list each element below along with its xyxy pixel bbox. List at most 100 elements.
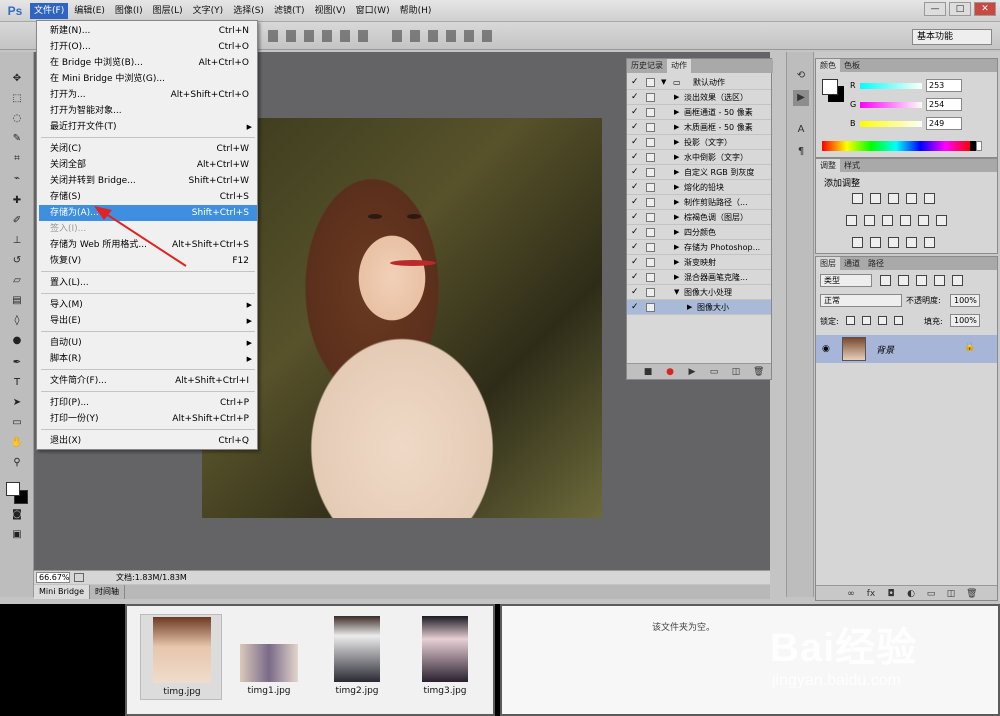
align-center-icon[interactable] xyxy=(340,30,350,42)
gradient-map-icon[interactable] xyxy=(906,237,917,248)
dialog-toggle-icon[interactable] xyxy=(646,108,655,117)
threshold-icon[interactable] xyxy=(888,237,899,248)
lock-position-icon[interactable] xyxy=(878,316,887,325)
align-bottom-icon[interactable] xyxy=(304,30,314,42)
new-group-icon[interactable]: ▭ xyxy=(926,589,936,599)
thumbnail-item[interactable]: timg2.jpg xyxy=(316,614,398,700)
file-menu-item[interactable]: 自动(U) ▶ xyxy=(39,335,257,351)
align-left-icon[interactable] xyxy=(322,30,332,42)
gradient-tool-icon[interactable]: ▤ xyxy=(9,294,25,308)
expand-triangle-icon[interactable]: ▶ xyxy=(674,210,679,225)
action-toggle-icon[interactable]: ✓ xyxy=(631,150,641,165)
filter-type-icon[interactable] xyxy=(916,275,927,286)
filter-adjust-icon[interactable] xyxy=(898,275,909,286)
action-row[interactable]: ✓ ▶ 制作剪贴路径（... xyxy=(627,195,771,210)
curves-icon[interactable] xyxy=(888,193,899,204)
lasso-tool-icon[interactable]: ◌ xyxy=(9,112,25,126)
dialog-toggle-icon[interactable] xyxy=(646,273,655,282)
expand-triangle-icon[interactable]: ▶ xyxy=(674,120,679,135)
blend-mode-select[interactable]: 正常 xyxy=(820,294,902,307)
action-toggle-icon[interactable]: ✓ xyxy=(631,135,641,150)
expand-triangle-icon[interactable]: ▶ xyxy=(674,90,679,105)
menu-file[interactable]: 文件(F) xyxy=(30,2,69,19)
add-mask-icon[interactable]: ◘ xyxy=(886,589,896,599)
expand-triangle-icon[interactable]: ▶ xyxy=(674,150,679,165)
file-menu-item[interactable]: 打开为... Alt+Shift+Ctrl+O xyxy=(39,87,257,103)
invert-icon[interactable] xyxy=(852,237,863,248)
action-row[interactable]: ✓ ▼ 图像大小处理 xyxy=(627,285,771,300)
action-row[interactable]: ✓ ▶ 淡出效果（选区） xyxy=(627,90,771,105)
action-toggle-icon[interactable]: ✓ xyxy=(631,165,641,180)
pen-tool-icon[interactable]: ✒ xyxy=(9,356,25,370)
tab-channels[interactable]: 通道 xyxy=(840,257,864,270)
record-icon[interactable]: ● xyxy=(665,367,675,377)
move-tool-icon[interactable]: ✥ xyxy=(9,72,25,86)
color-spectrum[interactable] xyxy=(822,141,970,151)
file-menu-item[interactable]: 脚本(R) ▶ xyxy=(39,351,257,367)
dialog-toggle-icon[interactable] xyxy=(646,288,655,297)
hue-saturation-icon[interactable] xyxy=(846,215,857,226)
hand-tool-icon[interactable]: ✋ xyxy=(9,436,25,450)
actions-panel-icon[interactable]: ▶ xyxy=(793,90,809,106)
file-menu-item[interactable]: 在 Mini Bridge 中浏览(G)... xyxy=(39,71,257,87)
expand-triangle-icon[interactable]: ▶ xyxy=(674,180,679,195)
zoom-tool-icon[interactable]: ⚲ xyxy=(9,456,25,470)
minimize-button[interactable]: — xyxy=(924,2,946,16)
expand-triangle-icon[interactable]: ▶ xyxy=(674,240,679,255)
r-value[interactable]: 253 xyxy=(926,79,962,92)
dialog-toggle-icon[interactable] xyxy=(646,138,655,147)
dialog-toggle-icon[interactable] xyxy=(646,153,655,162)
distribute-center-icon[interactable] xyxy=(464,30,474,42)
layer-filter-select[interactable]: 类型 xyxy=(820,274,872,287)
menu-layer[interactable]: 图层(L) xyxy=(149,3,187,19)
action-toggle-icon[interactable]: ✓ xyxy=(631,270,641,285)
lock-transparent-icon[interactable] xyxy=(846,316,855,325)
brush-tool-icon[interactable]: ✐ xyxy=(9,214,25,228)
dialog-toggle-icon[interactable] xyxy=(646,258,655,267)
visibility-eye-icon[interactable]: ◉ xyxy=(822,344,830,354)
distribute-top-icon[interactable] xyxy=(392,30,402,42)
action-row[interactable]: ✓ ▶ 木质画框 - 50 像素 xyxy=(627,120,771,135)
action-toggle-icon[interactable]: ✓ xyxy=(631,105,641,120)
expand-triangle-icon[interactable]: ▼ xyxy=(674,285,679,300)
delete-layer-icon[interactable]: 🗑 xyxy=(966,589,977,599)
file-menu-item[interactable]: 打开为智能对象... xyxy=(39,103,257,119)
align-top-icon[interactable] xyxy=(268,30,278,42)
workspace-select[interactable]: 基本功能 xyxy=(912,29,992,45)
foreground-color-swatch[interactable] xyxy=(6,482,20,496)
new-set-icon[interactable]: ▭ xyxy=(709,367,719,377)
opacity-field[interactable]: 100% xyxy=(950,294,980,307)
expand-triangle-icon[interactable]: ▶ xyxy=(674,195,679,210)
quick-mask-icon[interactable]: ◙ xyxy=(9,508,25,522)
action-toggle-icon[interactable]: ✓ xyxy=(631,285,641,300)
b-slider[interactable] xyxy=(860,121,922,127)
posterize-icon[interactable] xyxy=(870,237,881,248)
levels-icon[interactable] xyxy=(870,193,881,204)
action-row[interactable]: ✓ ▶ 混合器画笔克隆... xyxy=(627,270,771,285)
menu-type[interactable]: 文字(Y) xyxy=(189,3,228,19)
distribute-middle-icon[interactable] xyxy=(410,30,420,42)
dialog-toggle-icon[interactable] xyxy=(646,168,655,177)
black-white-icon[interactable] xyxy=(882,215,893,226)
dialog-toggle-icon[interactable] xyxy=(646,123,655,132)
align-middle-icon[interactable] xyxy=(286,30,296,42)
color-lookup-icon[interactable] xyxy=(936,215,947,226)
filter-shape-icon[interactable] xyxy=(934,275,945,286)
thumbnail-item[interactable]: timg1.jpg xyxy=(228,614,310,700)
file-menu-item[interactable]: 文件简介(F)... Alt+Shift+Ctrl+I xyxy=(39,373,257,389)
channel-mixer-icon[interactable] xyxy=(918,215,929,226)
expand-triangle-icon[interactable]: ▶ xyxy=(674,105,679,120)
filter-smart-icon[interactable] xyxy=(952,275,963,286)
action-row[interactable]: ✓ ▶ 四分颜色 xyxy=(627,225,771,240)
link-layers-icon[interactable]: ∞ xyxy=(846,589,856,599)
eraser-tool-icon[interactable]: ▱ xyxy=(9,274,25,288)
b-value[interactable]: 249 xyxy=(926,117,962,130)
tab-mini-bridge[interactable]: Mini Bridge xyxy=(34,585,91,599)
file-menu-item[interactable]: 导入(M) ▶ xyxy=(39,297,257,313)
trash-icon[interactable]: 🗑 xyxy=(753,367,764,377)
tab-actions[interactable]: 动作 xyxy=(667,59,691,73)
expand-triangle-icon[interactable]: ▶ xyxy=(674,270,679,285)
distribute-left-icon[interactable] xyxy=(446,30,456,42)
action-toggle-icon[interactable]: ✓ xyxy=(631,225,641,240)
path-select-tool-icon[interactable]: ➤ xyxy=(9,396,25,410)
